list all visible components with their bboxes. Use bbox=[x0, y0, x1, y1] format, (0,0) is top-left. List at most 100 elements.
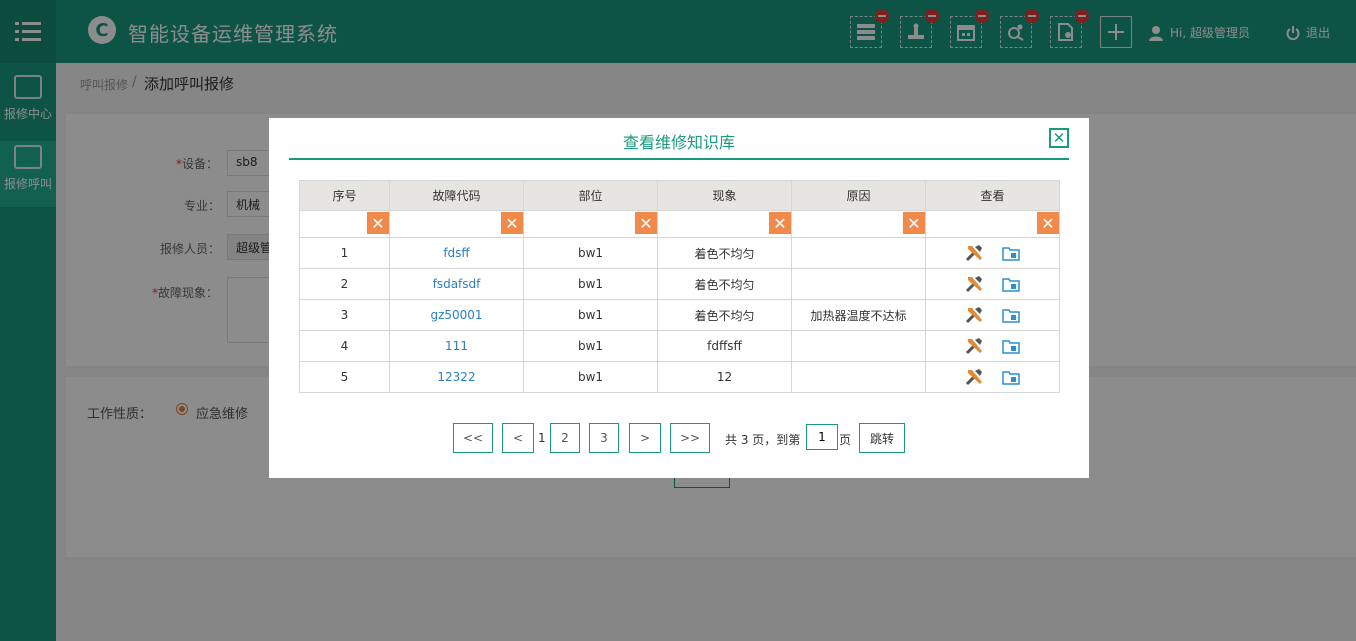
cell-no-text: 4 bbox=[340, 339, 349, 353]
first-page-button[interactable]: << bbox=[453, 423, 493, 453]
cell-part: bw1 bbox=[523, 237, 658, 269]
page-summary: 共 3 页，到第 bbox=[725, 433, 801, 447]
knowledge-table: 序号 故障代码 部位 现象 原因 查看 ✕ ✕ ✕ ✕ ✕ ✕ 1 fdsff bw… bbox=[299, 180, 1060, 393]
page-suffix: 页 bbox=[839, 433, 852, 447]
next-page-button[interactable]: > bbox=[629, 423, 661, 453]
cell-phenomenon-text: 着色不均匀 bbox=[694, 308, 755, 323]
cell-phenomenon-text: fdffsff bbox=[707, 339, 742, 353]
cell-phenomenon: 着色不均匀 bbox=[657, 299, 792, 331]
column-header-code: 故障代码 bbox=[389, 180, 524, 211]
current-page: 1 bbox=[538, 431, 546, 445]
cell-cause: 加热器温度不达标 bbox=[791, 299, 926, 331]
folder-icon[interactable] bbox=[1000, 367, 1022, 387]
folder-icon[interactable] bbox=[1000, 243, 1022, 263]
column-header-cause: 原因 bbox=[791, 180, 926, 211]
title-divider bbox=[289, 158, 1069, 160]
clear-filter-icon[interactable]: ✕ bbox=[769, 212, 791, 234]
cell-cause bbox=[791, 268, 926, 300]
clear-filter-icon[interactable]: ✕ bbox=[903, 212, 925, 234]
cell-cause bbox=[791, 237, 926, 269]
page-number-input[interactable] bbox=[806, 424, 838, 450]
cell-cause bbox=[791, 361, 926, 393]
table-row: 4 111 bw1 fdffsff bbox=[299, 330, 1060, 362]
fault-code-link[interactable]: fsdafsdf bbox=[433, 277, 481, 291]
cell-part-text: bw1 bbox=[577, 277, 604, 291]
cell-cause-text: 加热器温度不达标 bbox=[810, 308, 907, 323]
dialog-title: 查看维修知识库 bbox=[622, 133, 735, 152]
fault-code-link[interactable]: fdsff bbox=[443, 246, 469, 260]
fault-code-link[interactable]: 111 bbox=[445, 339, 468, 353]
cell-part: bw1 bbox=[523, 268, 658, 300]
folder-icon[interactable] bbox=[1000, 274, 1022, 294]
folder-icon[interactable] bbox=[1000, 336, 1022, 356]
tools-icon[interactable] bbox=[964, 305, 986, 325]
cell-phenomenon-text: 着色不均匀 bbox=[694, 277, 755, 292]
cell-no: 4 bbox=[299, 330, 390, 362]
cell-no-text: 3 bbox=[340, 308, 349, 322]
close-icon[interactable]: ✕ bbox=[1049, 128, 1069, 148]
cell-no-text: 5 bbox=[340, 370, 349, 384]
filter-cell-cause[interactable]: ✕ bbox=[791, 210, 926, 238]
cell-no-text: 2 bbox=[340, 277, 349, 291]
column-header-phenomenon: 现象 bbox=[657, 180, 792, 211]
tools-icon[interactable] bbox=[964, 336, 986, 356]
cell-part: bw1 bbox=[523, 330, 658, 362]
knowledge-base-dialog: 查看维修知识库 ✕ 序号 故障代码 部位 现象 原因 查看 ✕ ✕ ✕ ✕ ✕ … bbox=[269, 118, 1089, 478]
cell-part: bw1 bbox=[523, 361, 658, 393]
cell-view bbox=[925, 268, 1060, 300]
cell-view bbox=[925, 299, 1060, 331]
page-3-button[interactable]: 3 bbox=[589, 423, 619, 453]
table-row: 1 fdsff bw1 着色不均匀 bbox=[299, 237, 1060, 269]
cell-code: gz50001 bbox=[389, 299, 524, 331]
cell-part-text: bw1 bbox=[577, 246, 604, 260]
tools-icon[interactable] bbox=[964, 243, 986, 263]
cell-phenomenon: 着色不均匀 bbox=[657, 237, 792, 269]
cell-cause bbox=[791, 330, 926, 362]
column-header-no: 序号 bbox=[299, 180, 390, 211]
table-row: 5 12322 bw1 12 bbox=[299, 361, 1060, 393]
cell-view bbox=[925, 330, 1060, 362]
cell-no-text: 1 bbox=[340, 246, 349, 260]
filter-row: ✕ ✕ ✕ ✕ ✕ ✕ bbox=[299, 210, 1060, 238]
cell-view bbox=[925, 237, 1060, 269]
filter-cell-phenomenon[interactable]: ✕ bbox=[657, 210, 792, 238]
cell-part: bw1 bbox=[523, 299, 658, 331]
fault-code-link[interactable]: gz50001 bbox=[430, 308, 482, 322]
last-page-button[interactable]: >> bbox=[670, 423, 710, 453]
cell-code: fsdafsdf bbox=[389, 268, 524, 300]
cell-phenomenon: 12 bbox=[657, 361, 792, 393]
tools-icon[interactable] bbox=[964, 274, 986, 294]
cell-phenomenon: 着色不均匀 bbox=[657, 268, 792, 300]
filter-cell-view[interactable]: ✕ bbox=[925, 210, 1060, 238]
cell-phenomenon-text: 12 bbox=[716, 370, 733, 384]
table-row: 3 gz50001 bw1 着色不均匀 加热器温度不达标 bbox=[299, 299, 1060, 331]
cell-code: 111 bbox=[389, 330, 524, 362]
prev-page-button[interactable]: < bbox=[502, 423, 534, 453]
cell-code: fdsff bbox=[389, 237, 524, 269]
page-2-button[interactable]: 2 bbox=[550, 423, 580, 453]
cell-part-text: bw1 bbox=[577, 308, 604, 322]
go-button[interactable]: 跳转 bbox=[859, 423, 905, 453]
cell-part-text: bw1 bbox=[577, 339, 604, 353]
filter-cell-part[interactable]: ✕ bbox=[523, 210, 658, 238]
cell-part-text: bw1 bbox=[577, 370, 604, 384]
filter-cell-code[interactable]: ✕ bbox=[389, 210, 524, 238]
folder-icon[interactable] bbox=[1000, 305, 1022, 325]
cell-no: 3 bbox=[299, 299, 390, 331]
tools-icon[interactable] bbox=[964, 367, 986, 387]
cell-code: 12322 bbox=[389, 361, 524, 393]
clear-filter-icon[interactable]: ✕ bbox=[367, 212, 389, 234]
clear-filter-icon[interactable]: ✕ bbox=[1037, 212, 1059, 234]
clear-filter-icon[interactable]: ✕ bbox=[501, 212, 523, 234]
fault-code-link[interactable]: 12322 bbox=[437, 370, 475, 384]
clear-filter-icon[interactable]: ✕ bbox=[635, 212, 657, 234]
table-row: 2 fsdafsdf bw1 着色不均匀 bbox=[299, 268, 1060, 300]
column-header-view: 查看 bbox=[925, 180, 1060, 211]
cell-phenomenon-text: 着色不均匀 bbox=[694, 246, 755, 261]
cell-no: 1 bbox=[299, 237, 390, 269]
cell-phenomenon: fdffsff bbox=[657, 330, 792, 362]
cell-no: 2 bbox=[299, 268, 390, 300]
cell-view bbox=[925, 361, 1060, 393]
filter-cell-no[interactable]: ✕ bbox=[299, 210, 390, 238]
cell-no: 5 bbox=[299, 361, 390, 393]
